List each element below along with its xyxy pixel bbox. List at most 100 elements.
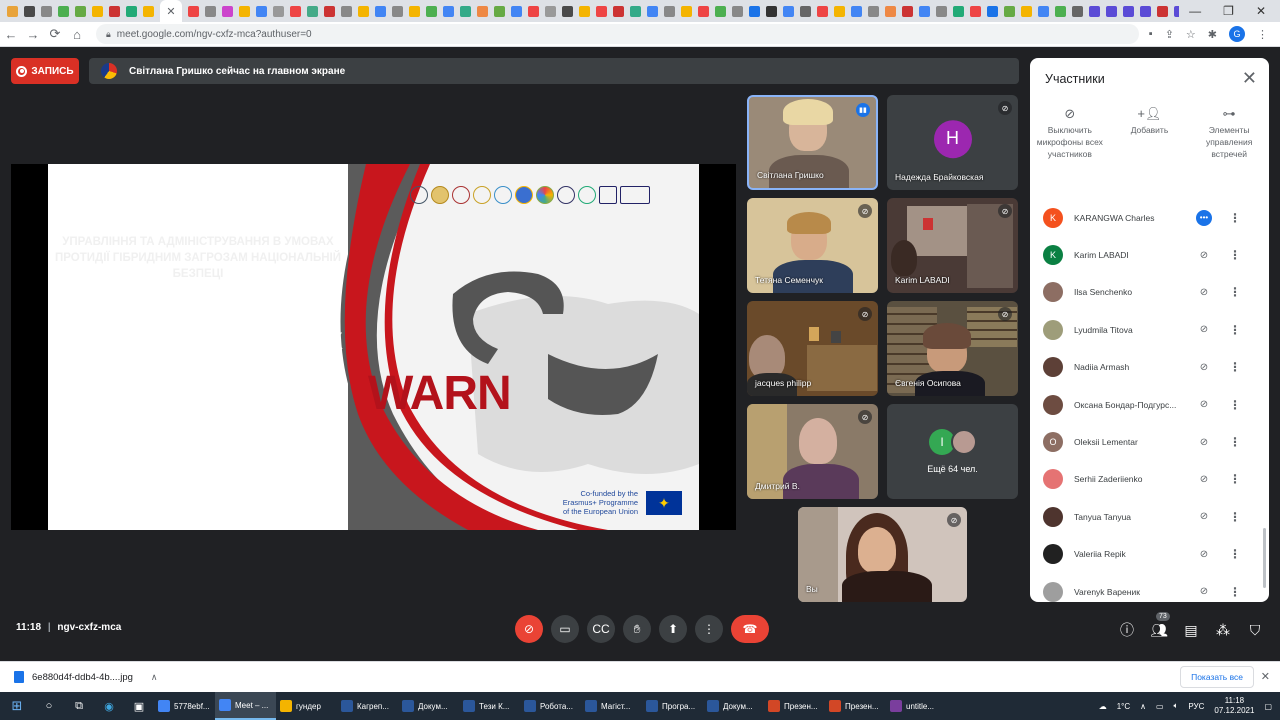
video-tile[interactable]: H ⊘ Надежда Брайковская	[887, 95, 1018, 190]
participant-row[interactable]: K Karim LABADI ⊘ ⋮	[1030, 236, 1269, 273]
mic-off-icon[interactable]: ⊘	[1196, 399, 1212, 410]
mic-off-icon[interactable]: ⊘	[1196, 250, 1212, 261]
browser-tab-favicon-icon[interactable]	[205, 5, 216, 17]
taskbar-app[interactable]: Докум...	[398, 692, 459, 720]
browser-tab-favicon-icon[interactable]	[307, 5, 318, 17]
browser-tab-favicon-icon[interactable]	[664, 5, 675, 17]
browser-tab-favicon-icon[interactable]	[358, 5, 369, 17]
browser-tab-favicon-icon[interactable]	[7, 5, 18, 17]
more-options-icon[interactable]: ⋮	[1228, 285, 1242, 299]
browser-tab-favicon-icon[interactable]	[392, 5, 403, 17]
more-options-button[interactable]: ⋮	[695, 615, 723, 643]
record-indicator[interactable]: ЗАПИСЬ	[11, 58, 79, 84]
browser-tab-favicon-icon[interactable]	[1089, 5, 1100, 17]
browser-tab-favicon-icon[interactable]	[409, 5, 420, 17]
show-all-downloads-button[interactable]: Показать все	[1180, 666, 1254, 688]
browser-tab-favicon-icon[interactable]	[256, 5, 267, 17]
browser-tab-favicon-icon[interactable]	[222, 5, 233, 17]
taskbar-app[interactable]: Докум...	[703, 692, 764, 720]
browser-tab-favicon-icon[interactable]	[987, 5, 998, 17]
more-options-icon[interactable]: ⋮	[1228, 472, 1242, 486]
panel-scrollbar[interactable]	[1263, 528, 1266, 588]
more-participants-tile[interactable]: I Ещё 64 чел.	[887, 404, 1018, 499]
browser-tab-favicon-icon[interactable]	[494, 5, 505, 17]
active-tab-close-icon[interactable]: ✕	[160, 0, 182, 22]
more-options-icon[interactable]: ⋮	[1228, 323, 1242, 337]
browser-tab-favicon-icon[interactable]	[800, 5, 811, 17]
browser-tab-favicon-icon[interactable]	[324, 5, 335, 17]
more-options-icon[interactable]: ⋮	[1228, 248, 1242, 262]
participant-row[interactable]: Nadiia Armash ⊘ ⋮	[1030, 349, 1269, 386]
notifications-icon[interactable]: ▢	[1264, 702, 1272, 711]
browser-tab-favicon-icon[interactable]	[1140, 5, 1151, 17]
language-indicator[interactable]: РУС	[1188, 702, 1204, 711]
more-options-icon[interactable]: ⋮	[1228, 211, 1242, 225]
browser-tab-favicon-icon[interactable]	[868, 5, 879, 17]
url-field[interactable]: 🔒︎ meet.google.com/ngv-cxfz-mca?authuser…	[96, 24, 1139, 44]
more-options-icon[interactable]: ⋮	[1228, 547, 1242, 561]
browser-tab-favicon-icon[interactable]	[75, 5, 86, 17]
share-icon[interactable]: ⇪	[1165, 28, 1174, 41]
video-tile[interactable]: ▮▮ Світлана Гришко	[747, 95, 878, 190]
video-tile[interactable]: ⊘ Тетяна Семенчук	[747, 198, 878, 293]
browser-tab-favicon-icon[interactable]	[1021, 5, 1032, 17]
people-icon[interactable]: 👥︎ 73	[1150, 611, 1170, 639]
browser-tab-favicon-icon[interactable]	[579, 5, 590, 17]
mic-off-icon[interactable]: ⊘	[1196, 362, 1212, 373]
raise-hand-button[interactable]: ✋︎	[623, 615, 651, 643]
taskbar-app[interactable]: 5778ebf...	[154, 692, 215, 720]
forward-icon[interactable]: →	[22, 27, 44, 42]
participant-row[interactable]: Ilsa Senchenko ⊘ ⋮	[1030, 274, 1269, 311]
activities-icon[interactable]: ⁂	[1214, 622, 1232, 639]
browser-tab-favicon-icon[interactable]	[143, 5, 154, 17]
weather-icon[interactable]: ☁	[1099, 702, 1107, 711]
bookmark-star-icon[interactable]: ☆	[1186, 28, 1196, 41]
close-panel-icon[interactable]: ✕	[1242, 68, 1257, 89]
home-icon[interactable]: ⌂	[66, 27, 88, 42]
taskbar-app[interactable]: untitle...	[886, 692, 947, 720]
store-icon[interactable]: ▣	[124, 700, 154, 713]
browser-tab-favicon-icon[interactable]	[511, 5, 522, 17]
browser-tab-favicon-icon[interactable]	[783, 5, 794, 17]
clock[interactable]: 11:18 07.12.2021	[1214, 696, 1254, 716]
edge-icon[interactable]: ◉	[94, 700, 124, 713]
browser-tab-favicon-icon[interactable]	[41, 5, 52, 17]
browser-tab-favicon-icon[interactable]	[851, 5, 862, 17]
browser-tab-favicon-icon[interactable]	[1106, 5, 1117, 17]
present-screen-button[interactable]: ⬆	[659, 615, 687, 643]
reload-icon[interactable]: ⟳	[44, 26, 66, 42]
browser-tab-favicon-icon[interactable]	[239, 5, 250, 17]
browser-tab-favicon-icon[interactable]	[58, 5, 69, 17]
browser-tab-favicon-icon[interactable]	[817, 5, 828, 17]
taskbar-app[interactable]: Meet – ...	[215, 692, 276, 720]
browser-tab-favicon-icon[interactable]	[24, 5, 35, 17]
taskbar-app[interactable]: Робота...	[520, 692, 581, 720]
camera-toggle-button[interactable]: ▭	[551, 615, 579, 643]
browser-tab-favicon-icon[interactable]	[1004, 5, 1015, 17]
video-tile[interactable]: ⊘ Karim LABADI	[887, 198, 1018, 293]
leave-call-button[interactable]: ☎︎	[731, 615, 769, 643]
profile-avatar[interactable]: G	[1229, 26, 1245, 42]
host-controls-button[interactable]: ⊶ Элементы управления встречей	[1190, 107, 1268, 160]
browser-tab-favicon-icon[interactable]	[562, 5, 573, 17]
add-people-button[interactable]: +👤︎ Добавить	[1110, 107, 1188, 160]
close-window-icon[interactable]: ✕	[1256, 4, 1266, 18]
mic-off-icon[interactable]: ⊘	[1196, 586, 1212, 597]
browser-tab-favicon-icon[interactable]	[732, 5, 743, 17]
chat-icon[interactable]: ▤	[1182, 622, 1200, 639]
browser-tab-favicon-icon[interactable]	[902, 5, 913, 17]
browser-tab-favicon-icon[interactable]	[1055, 5, 1066, 17]
camera-indicator-icon[interactable]: ▪	[1149, 28, 1153, 40]
browser-tab-favicon-icon[interactable]	[681, 5, 692, 17]
host-controls-icon[interactable]: ⛉	[1246, 622, 1264, 639]
close-download-bar-icon[interactable]: ✕	[1261, 670, 1270, 683]
network-icon[interactable]: ▭	[1156, 702, 1164, 711]
browser-tab-favicon-icon[interactable]	[477, 5, 488, 17]
taskbar-app[interactable]: Кагреп...	[337, 692, 398, 720]
taskbar-app[interactable]: Програ...	[642, 692, 703, 720]
mic-off-icon[interactable]: ⊘	[1196, 511, 1212, 522]
browser-tab-favicon-icon[interactable]	[766, 5, 777, 17]
browser-tab-favicon-icon[interactable]	[188, 5, 199, 17]
mic-off-icon[interactable]: ⊘	[1196, 474, 1212, 485]
video-tile[interactable]: ⊘ jacques philipp	[747, 301, 878, 396]
